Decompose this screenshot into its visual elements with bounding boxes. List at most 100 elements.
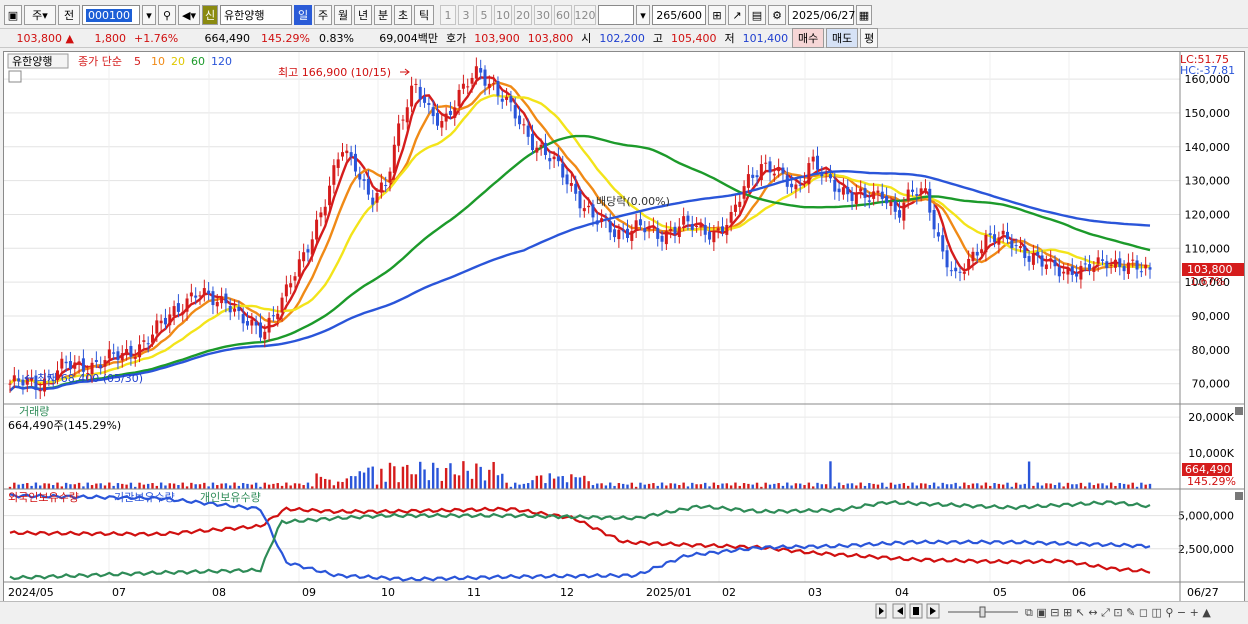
volume-bar [1053, 485, 1057, 489]
volume-bar [198, 484, 202, 489]
interval-60[interactable]: 60 [554, 5, 572, 25]
candle-body [556, 156, 560, 162]
chart-canvas[interactable]: 160,000150,000140,000130,000120,000110,0… [4, 52, 1244, 602]
candle-body [854, 193, 858, 204]
tab-minute[interactable]: 분 [374, 5, 392, 25]
tab-daily[interactable]: 일 [294, 5, 312, 25]
ma-10-label: 10 [151, 55, 165, 68]
volume-bar [932, 482, 936, 489]
candle-body [77, 361, 81, 365]
candle-body [613, 229, 617, 238]
candle-body [8, 383, 12, 385]
interval-3[interactable]: 3 [458, 5, 474, 25]
volume-bars [8, 461, 1152, 489]
volume-bar [574, 477, 577, 489]
x-axis-label: 2025/01 [646, 586, 692, 599]
table-toggle-icon[interactable] [8, 70, 22, 83]
interval-10[interactable]: 10 [494, 5, 512, 25]
candle-body [958, 271, 962, 273]
eval-button[interactable]: 평 [860, 28, 879, 48]
turnover-value: 0.83% [319, 31, 354, 45]
candle-body [1109, 264, 1113, 266]
layout-icon[interactable]: ▣ [4, 5, 22, 25]
volume-bar [1109, 482, 1113, 489]
volume-bar [768, 484, 772, 489]
search-icon[interactable]: ⚲ [158, 5, 176, 25]
sell-button[interactable]: 매도 [826, 28, 859, 48]
volume-bar [177, 485, 180, 489]
candle-body [362, 179, 366, 181]
gear-icon[interactable]: ⚙ [768, 5, 786, 25]
calendar-icon[interactable]: ▦ [856, 5, 872, 25]
candle-body [1144, 264, 1148, 269]
volume-bar [773, 483, 776, 489]
sound-icon[interactable]: ◀▾ [178, 5, 200, 25]
candle-body [781, 167, 785, 174]
interval-5[interactable]: 5 [476, 5, 492, 25]
stock-name-field[interactable]: 유한양행 [220, 5, 292, 25]
interval-1[interactable]: 1 [440, 5, 456, 25]
current-price: 103,800 ▲ [16, 31, 74, 45]
candle-body [859, 188, 863, 192]
candle-body [673, 226, 677, 234]
tab-second[interactable]: 초 [394, 5, 412, 25]
interval-20[interactable]: 20 [514, 5, 532, 25]
candle-body [21, 379, 25, 386]
bottom-tool-icons[interactable]: ⧉ ▣ ⊟ ⊞ ↖ ↔ ⤢ ⊡ ✎ ◻ ◫ ⚲ − + ▲ [1025, 606, 1211, 619]
tab-weekly[interactable]: 주 [314, 5, 332, 25]
date-input[interactable]: 2025/06/27 [788, 5, 855, 25]
market-select[interactable]: 주 ▾ [24, 5, 56, 25]
tab-tick[interactable]: 틱 [414, 5, 434, 25]
candle-body [595, 220, 599, 225]
zoom-slider-handle[interactable] [979, 606, 986, 618]
interval-30[interactable]: 30 [534, 5, 552, 25]
volume-bar [1027, 461, 1031, 489]
chart-area[interactable]: 160,000 150,000 140,000 130,000 120,000 110,0… [3, 51, 1245, 603]
volume-bar [159, 482, 163, 489]
period-select[interactable]: 전 [58, 5, 80, 25]
x-axis-label: 11 [467, 586, 481, 599]
candle-body [993, 234, 997, 242]
volume-bar [699, 484, 703, 489]
candle-body [751, 174, 755, 178]
candle-body [604, 218, 608, 220]
buy-button[interactable]: 매수 [792, 28, 825, 48]
volume-bar [397, 482, 400, 489]
draw-tool-icon[interactable]: ↗ [728, 5, 746, 25]
tab-yearly[interactable]: 년 [354, 5, 372, 25]
holding-panel-close-icon[interactable] [1235, 492, 1243, 500]
count-input[interactable]: 265/600 [652, 5, 706, 25]
candle-body [1040, 255, 1044, 267]
holding-axis: 5,000,000 2,500,000 [1178, 510, 1234, 556]
x-axis-label: 05 [993, 586, 1007, 599]
candle-body [151, 334, 154, 343]
candle-body [1113, 259, 1117, 268]
candle-body [323, 206, 327, 216]
stock-tag: 유한양행 [12, 55, 52, 68]
candle-body [1018, 246, 1022, 248]
candle-body [578, 191, 582, 209]
save-icon[interactable]: ▤ [748, 5, 766, 25]
candle-body [733, 204, 737, 212]
code-dropdown-icon[interactable]: ▾ [142, 5, 156, 25]
candle-body [1057, 267, 1061, 277]
tab-monthly[interactable]: 월 [334, 5, 352, 25]
candle-body [686, 215, 690, 222]
candle-body [721, 226, 724, 232]
volume-panel-close-icon[interactable] [1235, 407, 1243, 415]
volume-bar [837, 482, 841, 489]
candle-body [328, 185, 332, 206]
candle-body [872, 191, 876, 199]
volume-bar [69, 484, 72, 489]
price-change-pct: +1.76% [134, 31, 179, 45]
volume-bar [691, 482, 694, 489]
volume-bar [138, 482, 141, 489]
candle-body [107, 349, 111, 359]
interval-120[interactable]: 120 [574, 5, 596, 25]
code-input[interactable]: 000100 [82, 5, 140, 25]
interval-dropdown-icon[interactable]: ▾ [636, 5, 650, 25]
candle-icon[interactable]: ⊞ [708, 5, 726, 25]
volume-bar [1118, 483, 1121, 489]
volume-bar [475, 463, 478, 489]
interval-custom-input[interactable] [598, 5, 634, 25]
